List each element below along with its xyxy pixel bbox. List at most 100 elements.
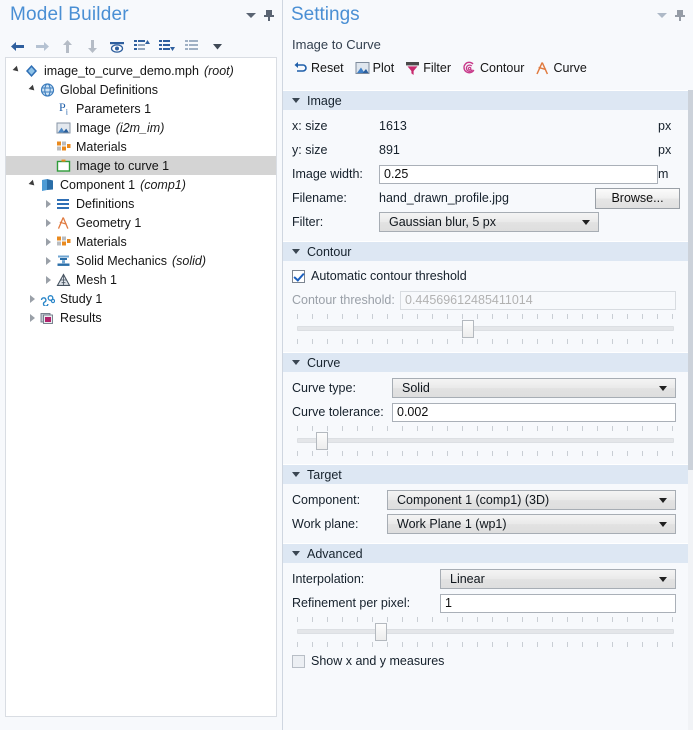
- browse-button[interactable]: Browse...: [595, 188, 680, 209]
- tree-expander-open-icon[interactable]: [26, 178, 39, 191]
- tree-item-definitions[interactable]: Definitions: [6, 194, 276, 213]
- show-measures-row[interactable]: Show x and y measures: [292, 651, 680, 671]
- refinement-slider[interactable]: [297, 617, 680, 647]
- tree-item-results[interactable]: Results: [6, 308, 276, 327]
- overflow-caret-icon[interactable]: [209, 38, 225, 54]
- tree-item-materials[interactable]: Materials: [6, 232, 276, 251]
- section-title-advanced: Advanced: [307, 547, 363, 561]
- contour-threshold-slider[interactable]: [297, 314, 680, 344]
- tree-item-image-to-curve-demo-mph[interactable]: image_to_curve_demo.mph(root): [6, 61, 276, 80]
- component-select[interactable]: Component 1 (comp1) (3D): [387, 490, 676, 510]
- move-up-icon[interactable]: [59, 38, 75, 54]
- model-tree[interactable]: image_to_curve_demo.mph(root)Global Defi…: [5, 57, 277, 717]
- tree-item-label: Parameters 1: [76, 102, 151, 116]
- chevron-down-icon: [659, 522, 667, 527]
- tree-item-image[interactable]: Image(i2m_im): [6, 118, 276, 137]
- settings-panel: Settings Image to Curve Reset: [282, 0, 693, 730]
- curve-button[interactable]: Curve: [532, 60, 589, 77]
- image-width-input[interactable]: [379, 165, 658, 184]
- tree-expander-open-icon[interactable]: [10, 64, 23, 77]
- slider-track[interactable]: [297, 438, 674, 443]
- slider-track[interactable]: [297, 326, 674, 331]
- refinement-label: Refinement per pixel:: [292, 596, 440, 610]
- forward-arrow-icon[interactable]: [34, 38, 50, 54]
- refinement-input[interactable]: [440, 594, 676, 613]
- component-icon: [39, 177, 56, 192]
- chevron-down-icon: [582, 220, 590, 225]
- chevron-down-icon[interactable]: [246, 13, 256, 18]
- tree-item-global-definitions[interactable]: Global Definitions: [6, 80, 276, 99]
- move-down-icon[interactable]: [84, 38, 100, 54]
- materials-icon: [55, 139, 72, 154]
- row-x-size: x: size 1613 px: [292, 115, 680, 137]
- filter-funnel-icon: [405, 61, 420, 76]
- slider-thumb[interactable]: [316, 432, 328, 450]
- section-header-contour[interactable]: Contour: [283, 241, 693, 261]
- tree-item-mesh-1[interactable]: Mesh 1: [6, 270, 276, 289]
- curve-tolerance-input[interactable]: [392, 403, 676, 422]
- tree-expander-closed-icon[interactable]: [42, 273, 55, 286]
- curve-tolerance-slider[interactable]: [297, 426, 680, 456]
- tree-expander-closed-icon[interactable]: [42, 235, 55, 248]
- image-width-unit: m: [658, 167, 680, 181]
- contour-button[interactable]: Contour: [459, 60, 527, 77]
- pin-icon[interactable]: [264, 10, 274, 21]
- tree-expander-open-icon[interactable]: [26, 83, 39, 96]
- show-hide-icon[interactable]: [109, 38, 125, 54]
- show-measures-checkbox[interactable]: [292, 655, 305, 668]
- auto-contour-threshold-row[interactable]: Automatic contour threshold: [292, 266, 680, 286]
- reset-button[interactable]: Reset: [290, 60, 347, 76]
- results-icon: [39, 310, 56, 325]
- interpolation-select[interactable]: Linear: [440, 569, 676, 589]
- tree-item-label: Study 1: [60, 292, 102, 306]
- tree-item-label: Solid Mechanics: [76, 254, 167, 268]
- curve-type-select[interactable]: Solid: [392, 378, 676, 398]
- tree-item-materials[interactable]: Materials: [6, 137, 276, 156]
- chevron-down-icon[interactable]: [657, 13, 667, 18]
- tree-item-parameters-1[interactable]: PiParameters 1: [6, 99, 276, 118]
- tree-item-solid-mechanics[interactable]: Solid Mechanics(solid): [6, 251, 276, 270]
- back-arrow-icon[interactable]: [9, 38, 25, 54]
- chevron-down-icon: [292, 360, 300, 365]
- filter-button[interactable]: Filter: [402, 60, 454, 77]
- scrollbar-thumb[interactable]: [688, 90, 693, 470]
- collapse-tree-icon[interactable]: [159, 38, 175, 54]
- slider-ticks-bottom: [297, 642, 674, 647]
- section-header-curve[interactable]: Curve: [283, 352, 693, 372]
- tree-expander-closed-icon[interactable]: [26, 311, 39, 324]
- tree-item-image-to-curve-1[interactable]: Image to curve 1: [6, 156, 276, 175]
- auto-contour-threshold-checkbox[interactable]: [292, 270, 305, 283]
- contour-threshold-input: [400, 291, 676, 310]
- work-plane-select[interactable]: Work Plane 1 (wp1): [387, 514, 676, 534]
- slider-thumb[interactable]: [462, 320, 474, 338]
- settings-title: Settings: [291, 4, 360, 26]
- row-filename: Filename: hand_drawn_profile.jpg Browse.…: [292, 187, 680, 209]
- tree-item-geometry-1[interactable]: Geometry 1: [6, 213, 276, 232]
- tree-item-study-1[interactable]: Study 1: [6, 289, 276, 308]
- contour-label: Contour: [480, 61, 524, 75]
- expand-tree-icon[interactable]: [134, 38, 150, 54]
- slider-ticks-top: [297, 617, 674, 622]
- tree-item-label: Materials: [76, 140, 127, 154]
- section-header-target[interactable]: Target: [283, 464, 693, 484]
- tree-expander-closed-icon[interactable]: [26, 292, 39, 305]
- section-header-advanced[interactable]: Advanced: [283, 543, 693, 563]
- materials-icon: [55, 234, 72, 249]
- settings-scrollbar[interactable]: [688, 90, 693, 730]
- slider-thumb[interactable]: [375, 623, 387, 641]
- tree-expander-closed-icon[interactable]: [42, 197, 55, 210]
- tree-item-component-1[interactable]: Component 1(comp1): [6, 175, 276, 194]
- tree-item-label: image_to_curve_demo.mph: [44, 64, 199, 78]
- pin-icon[interactable]: [675, 10, 685, 21]
- y-size-value: 891: [379, 143, 400, 157]
- filter-select[interactable]: Gaussian blur, 5 px: [379, 212, 599, 232]
- tree-expander-closed-icon[interactable]: [42, 254, 55, 267]
- tree-expander-closed-icon[interactable]: [42, 216, 55, 229]
- slider-track[interactable]: [297, 629, 674, 634]
- model-builder-toolbar: [0, 34, 282, 58]
- list-icon[interactable]: [184, 38, 200, 54]
- plot-button[interactable]: Plot: [352, 60, 398, 76]
- component-selected-value: Component 1 (comp1) (3D): [397, 493, 549, 507]
- section-header-image[interactable]: Image: [283, 90, 693, 110]
- work-plane-selected-value: Work Plane 1 (wp1): [397, 517, 507, 531]
